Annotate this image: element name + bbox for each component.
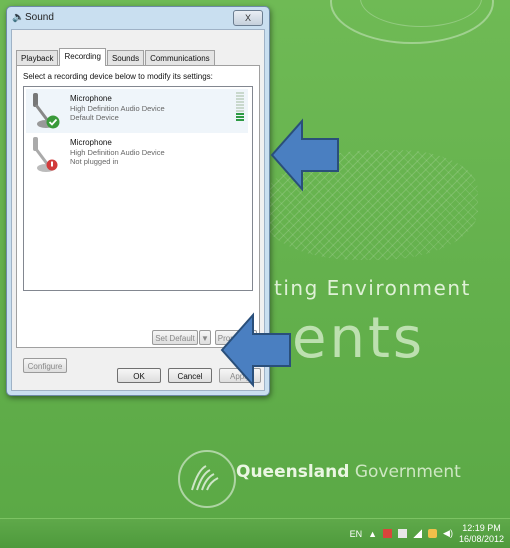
level-segment bbox=[236, 95, 244, 97]
level-meter bbox=[236, 92, 244, 122]
volume-icon[interactable]: ◀) bbox=[443, 528, 453, 539]
level-segment bbox=[236, 113, 244, 115]
tab-communications[interactable]: Communications bbox=[145, 50, 215, 66]
wallpaper-text-line2: ents bbox=[292, 306, 426, 371]
level-segment bbox=[236, 98, 244, 100]
device-status: Not plugged in bbox=[70, 157, 119, 166]
close-button[interactable]: X bbox=[233, 10, 263, 26]
clock-time: 12:19 PM bbox=[462, 522, 501, 533]
chevron-down-icon: ▼ bbox=[201, 334, 209, 343]
list-item-microphone-default[interactable]: Microphone High Definition Audio Device … bbox=[26, 89, 248, 133]
system-tray: EN ▲ ◀) 12:19 PM 16/08/2012 bbox=[350, 519, 504, 548]
tab-playback[interactable]: Playback bbox=[16, 50, 59, 66]
show-hidden-icons-icon[interactable]: ▲ bbox=[368, 529, 377, 539]
dialog-titlebar[interactable]: 🔈 Sound X bbox=[7, 7, 269, 29]
flag-icon[interactable] bbox=[383, 529, 393, 538]
recording-device-list[interactable]: Microphone High Definition Audio Device … bbox=[23, 86, 253, 291]
unplugged-icon bbox=[46, 159, 58, 171]
left-arrow-annotation-icon bbox=[270, 118, 339, 192]
tab-sounds[interactable]: Sounds bbox=[106, 50, 145, 66]
language-indicator[interactable]: EN bbox=[350, 529, 363, 539]
set-default-dropdown[interactable]: ▼ bbox=[199, 330, 211, 345]
level-segment bbox=[236, 116, 244, 118]
recording-panel: Select a recording device below to modif… bbox=[16, 65, 260, 373]
level-segment bbox=[236, 119, 244, 121]
power-icon[interactable] bbox=[428, 529, 438, 538]
clock[interactable]: 12:19 PM 16/08/2012 bbox=[459, 523, 504, 545]
logo-text-light: Government bbox=[354, 462, 461, 482]
tab-strip: Playback Recording Sounds Communications bbox=[16, 48, 216, 66]
dialog-title: Sound bbox=[25, 12, 54, 23]
level-segment bbox=[236, 110, 244, 112]
device-name: Microphone bbox=[70, 94, 112, 103]
device-status: Default Device bbox=[70, 113, 119, 122]
configure-button[interactable]: Configure bbox=[23, 358, 67, 373]
device-icon[interactable] bbox=[398, 529, 408, 538]
device-description: High Definition Audio Device bbox=[70, 148, 165, 157]
clock-date: 16/08/2012 bbox=[458, 533, 504, 544]
list-item-microphone-unplugged[interactable]: Microphone High Definition Audio Device … bbox=[26, 133, 248, 177]
level-segment bbox=[236, 107, 244, 109]
device-description: High Definition Audio Device bbox=[70, 104, 165, 113]
level-segment bbox=[236, 104, 244, 106]
wallpaper-text-line1: ting Environment bbox=[274, 276, 471, 300]
logo-text-bold: Queensland bbox=[236, 462, 350, 482]
network-icon[interactable] bbox=[413, 529, 423, 538]
cancel-button[interactable]: Cancel bbox=[168, 368, 212, 383]
level-segment bbox=[236, 92, 244, 94]
queensland-logo-icon bbox=[178, 450, 236, 508]
left-arrow-annotation-icon bbox=[220, 312, 291, 388]
taskbar: EN ▲ ◀) 12:19 PM 16/08/2012 bbox=[0, 518, 510, 548]
instruction-text: Select a recording device below to modif… bbox=[23, 72, 213, 81]
tab-recording[interactable]: Recording bbox=[59, 48, 106, 66]
logo-text: Queensland Government bbox=[236, 462, 461, 482]
set-default-button[interactable]: Set Default bbox=[152, 330, 198, 345]
check-icon bbox=[46, 115, 60, 129]
device-name: Microphone bbox=[70, 138, 112, 147]
level-segment bbox=[236, 101, 244, 103]
speaker-icon: 🔈 bbox=[12, 12, 25, 23]
ok-button[interactable]: OK bbox=[117, 368, 161, 383]
